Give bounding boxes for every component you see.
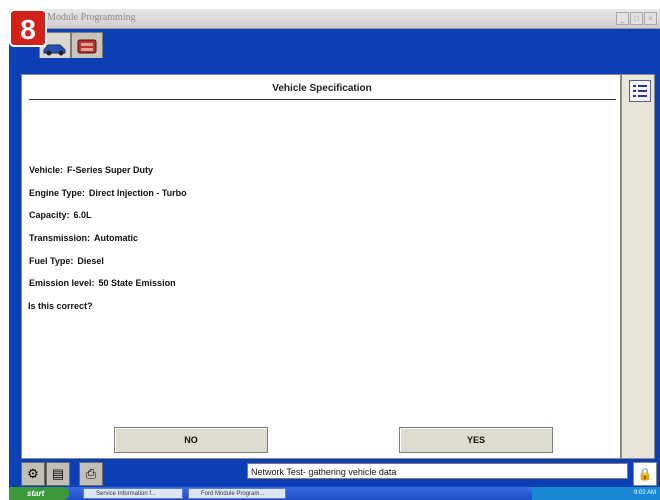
step-number-badge: 8 — [9, 9, 47, 47]
toolbox-icon — [77, 39, 97, 54]
page-title: Vehicle Specification — [272, 83, 372, 94]
tab-toolbar — [9, 29, 660, 58]
start-button[interactable]: start — [9, 487, 69, 500]
spec-label: Vehicle: — [29, 165, 64, 175]
document-icon[interactable]: ▤ — [46, 462, 70, 486]
list-menu-button[interactable] — [629, 80, 651, 102]
taskbar-item-module-programming[interactable]: Ford Module Program... — [188, 488, 286, 499]
status-bar: ⚙ ▤ ⎙ Network Test- gathering vehicle da… — [9, 459, 660, 487]
spec-fuel-type: Fuel Type: Diesel — [29, 256, 104, 266]
os-taskbar: start Service Information f... Ford Modu… — [9, 487, 660, 500]
vehicle-tools-icon[interactable]: ⚙ — [21, 462, 45, 486]
title-bar: Module Programming _ □ × — [9, 9, 660, 29]
close-icon[interactable]: × — [644, 12, 657, 25]
tab-toolbox[interactable] — [71, 32, 103, 58]
spec-engine-type: Engine Type: Direct Injection - Turbo — [29, 188, 187, 198]
spec-label: Emission level: — [29, 278, 95, 288]
spec-label: Fuel Type: — [29, 256, 74, 266]
right-sidebar — [621, 74, 655, 459]
spec-label: Capacity: — [29, 210, 70, 220]
taskbar-item-service-info[interactable]: Service Information f... — [83, 488, 183, 499]
print-icon[interactable]: ⎙ — [79, 462, 103, 486]
application-window: Module Programming _ □ × Vehicle Specifi… — [9, 9, 660, 500]
no-button[interactable]: NO — [114, 427, 268, 453]
spec-transmission: Transmission: Automatic — [29, 233, 138, 243]
window-title: Module Programming — [47, 12, 136, 23]
spec-value: Automatic — [94, 233, 139, 243]
status-message: Network Test- gathering vehicle data — [247, 463, 628, 479]
spec-vehicle: Vehicle: F-Series Super Duty — [29, 165, 153, 175]
spec-label: Transmission: — [29, 233, 91, 243]
lock-icon[interactable]: 🔒 — [633, 462, 657, 486]
maximize-icon[interactable]: □ — [630, 12, 643, 25]
spec-capacity: Capacity: 6.0L — [29, 210, 92, 220]
spec-value: Direct Injection - Turbo — [88, 188, 187, 198]
heading-divider — [29, 99, 616, 100]
minimize-icon[interactable]: _ — [616, 12, 629, 25]
window-controls: _ □ × — [616, 12, 657, 25]
yes-button[interactable]: YES — [399, 427, 553, 453]
confirm-question: Is this correct? — [28, 301, 93, 311]
spec-value: 6.0L — [73, 210, 92, 220]
list-icon — [633, 85, 647, 97]
spec-value: F-Series Super Duty — [67, 165, 154, 175]
spec-emission-level: Emission level: 50 State Emission — [29, 278, 176, 288]
vehicle-spec-panel: Vehicle Specification Vehicle: F-Series S… — [21, 74, 621, 459]
spec-value: Diesel — [77, 256, 104, 266]
system-tray-clock: 9:02 AM — [532, 487, 660, 500]
spec-label: Engine Type: — [29, 188, 85, 198]
spec-value: 50 State Emission — [98, 278, 176, 288]
